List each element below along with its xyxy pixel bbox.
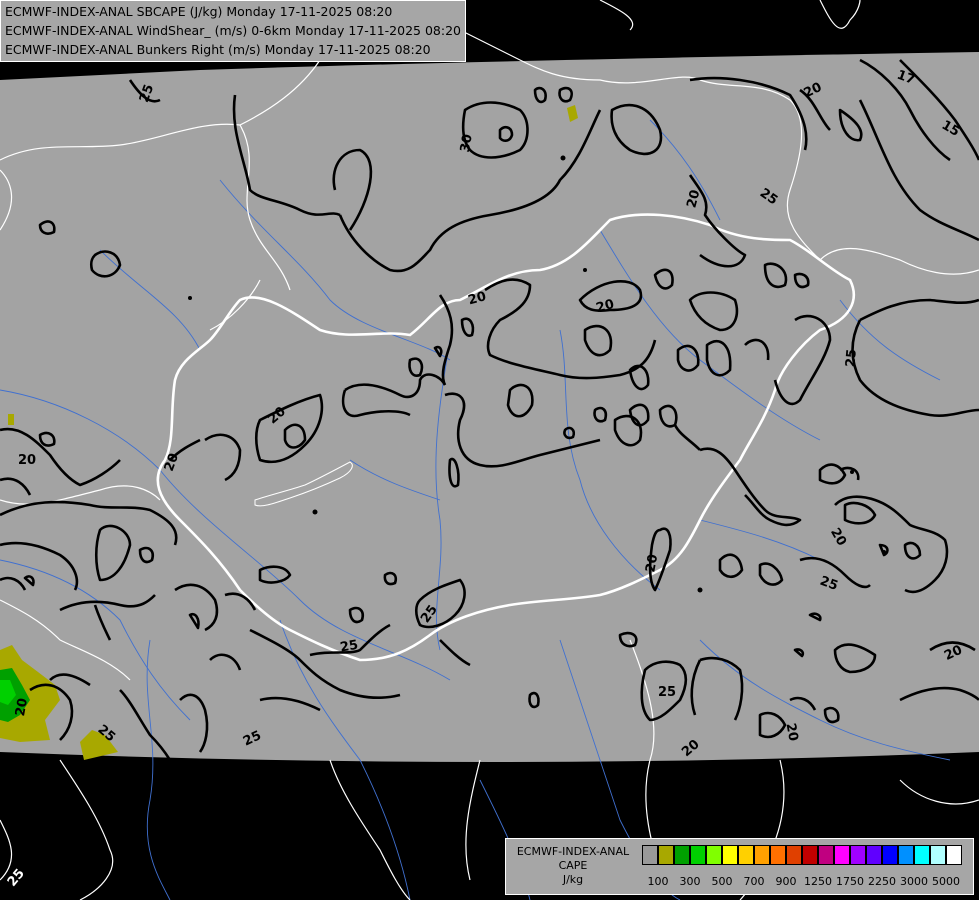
header-line-bunkers: ECMWF-INDEX-ANAL Bunkers Right (m/s) Mon…	[5, 42, 431, 57]
legend-swatch	[770, 845, 786, 865]
legend-swatch	[866, 845, 882, 865]
legend-title-model: ECMWF-INDEX-ANAL	[516, 845, 630, 858]
legend-swatch	[818, 845, 834, 865]
legend-swatch	[946, 845, 962, 865]
legend-swatch	[738, 845, 754, 865]
legend-title-unit: J/kg	[562, 873, 584, 886]
contour-label: 25	[843, 348, 860, 367]
legend-tick: 500	[711, 875, 733, 888]
legend-swatch	[658, 845, 674, 865]
contour-label: 20	[643, 553, 661, 573]
legend-swatch	[802, 845, 818, 865]
legend-swatch	[786, 845, 802, 865]
legend-swatch	[706, 845, 722, 865]
legend-tick: 3000	[900, 875, 928, 888]
weather-map: 25 30 20 17 15 20 25 20 20 20 25 20 20 2…	[0, 0, 979, 900]
legend-tick: 1750	[836, 875, 864, 888]
legend-swatch	[850, 845, 866, 865]
legend-swatch	[930, 845, 946, 865]
legend-swatch	[914, 845, 930, 865]
legend-tick: 900	[775, 875, 797, 888]
legend-tick: 700	[743, 875, 765, 888]
contour-label: 20	[13, 697, 31, 717]
cape-legend: ECMWF-INDEX-ANAL CAPE J/kg 100 300 500 700 9…	[505, 838, 974, 895]
legend-swatch	[722, 845, 738, 865]
contour-label: 30	[458, 133, 476, 153]
legend-swatch	[834, 845, 850, 865]
header-line-windshear: ECMWF-INDEX-ANAL WindShear_ (m/s) 0-6km …	[5, 23, 461, 38]
header-line-sbcape: ECMWF-INDEX-ANAL SBCAPE (J/kg) Monday 17…	[5, 4, 393, 19]
legend-tick: 1250	[804, 875, 832, 888]
legend-swatch	[754, 845, 770, 865]
legend-title-param: CAPE	[558, 859, 588, 872]
contour-label: 20	[18, 453, 36, 468]
legend-tick: 100	[647, 875, 669, 888]
contour-label: 20	[783, 722, 801, 742]
map-header: ECMWF-INDEX-ANAL SBCAPE (J/kg) Monday 17…	[0, 0, 466, 62]
legend-swatch	[642, 845, 658, 865]
legend-tick: 300	[679, 875, 701, 888]
legend-swatch	[674, 845, 690, 865]
legend-swatch	[898, 845, 914, 865]
contour-label: 25	[658, 685, 676, 700]
legend-swatch	[690, 845, 706, 865]
contour-label: 25	[339, 638, 359, 656]
legend-tick: 5000	[932, 875, 960, 888]
legend-swatch	[882, 845, 898, 865]
legend-title: ECMWF-INDEX-ANAL CAPE J/kg	[508, 845, 638, 887]
legend-tick: 2250	[868, 875, 896, 888]
